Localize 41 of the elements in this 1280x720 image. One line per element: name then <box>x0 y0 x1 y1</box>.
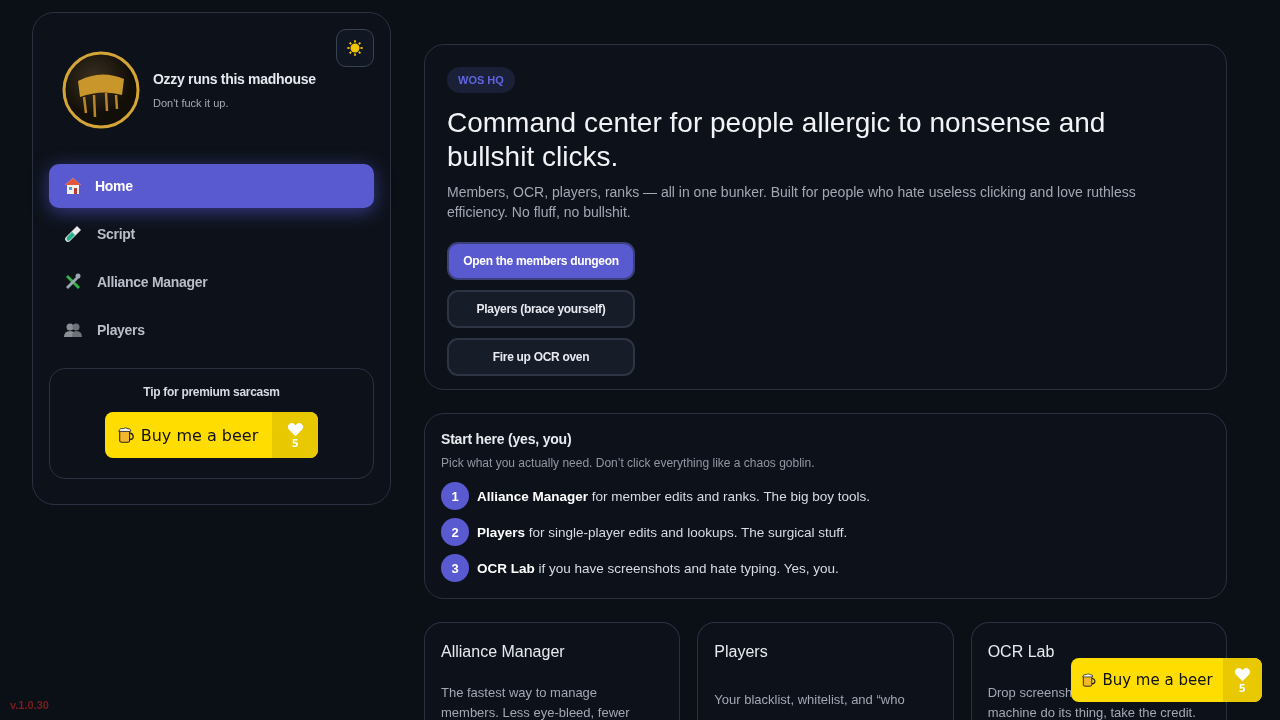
tip-title: Tip for premium sarcasm <box>143 385 280 399</box>
step-text: Players for single-player edits and lookups. The surgical stuff. <box>477 524 848 540</box>
sun-icon <box>346 39 364 57</box>
step-text: Alliance Manager for member edits and ranks. The big boy tools. <box>477 488 870 504</box>
profile-title: Ozzy runs this madhouse <box>153 71 316 87</box>
nav-item[interactable]: Script <box>49 212 374 256</box>
step-text: OCR Lab if you have screenshots and hate typing. Yes, you. <box>477 560 839 576</box>
hero-title: Command center for people allergic to nonsense and bullshit clicks. <box>447 106 1107 174</box>
nav-item[interactable]: Alliance Manager <box>49 260 374 304</box>
hero-button[interactable]: Players (brace yourself) <box>447 290 635 328</box>
nav-item[interactable]: Players <box>49 308 374 352</box>
heart-icon <box>286 421 304 437</box>
step-number: 2 <box>441 518 469 546</box>
card-text-line: The fastest way to manage <box>441 684 599 702</box>
card-title: Alliance Manager <box>441 643 566 661</box>
theme-toggle-button[interactable] <box>336 29 374 67</box>
card-text-line: machine do its thing, take the credit. <box>987 704 1197 720</box>
profile-subtitle: Don't fuck it up. <box>153 97 230 109</box>
version-label: v.1.0.30 <box>10 699 49 711</box>
hero-button[interactable]: Fire up OCR oven <box>447 338 635 376</box>
buy-beer-button[interactable]: Buy me a beer 5 <box>1071 658 1262 702</box>
house-icon <box>63 176 83 196</box>
step-number: 1 <box>441 482 469 510</box>
start-title: Start here (yes, you) <box>441 431 573 447</box>
nav-item[interactable]: Home <box>49 164 374 208</box>
hero-button[interactable]: Open the members dungeon <box>447 242 635 280</box>
beer-count: 5 <box>291 437 299 449</box>
step-number: 3 <box>441 554 469 582</box>
beer-mug-icon <box>1081 671 1097 689</box>
test-tube-icon <box>63 224 83 244</box>
card-text-line: Your blacklist, whitelist, and “who <box>714 691 906 709</box>
beer-mug-icon <box>116 426 135 444</box>
beer-count: 5 <box>1238 682 1246 694</box>
card-title: Players <box>714 643 769 661</box>
buy-beer-button[interactable]: Buy me a beer 5 <box>104 412 319 458</box>
hero-description: Members, OCR, players, ranks — all in one bunker. Built for people who hate useless clicking and love ruthless efficiency. No fluff, no bullshit. <box>447 183 1137 222</box>
card-text-line: members. Less eye-bleed, fewer <box>441 704 631 720</box>
card-title: OCR Lab <box>987 643 1056 661</box>
heart-icon <box>1233 666 1251 682</box>
start-subtitle: Pick what you actually need. Don’t click everything like a chaos goblin. <box>441 456 816 470</box>
hero-badge: WOS HQ <box>447 67 515 93</box>
